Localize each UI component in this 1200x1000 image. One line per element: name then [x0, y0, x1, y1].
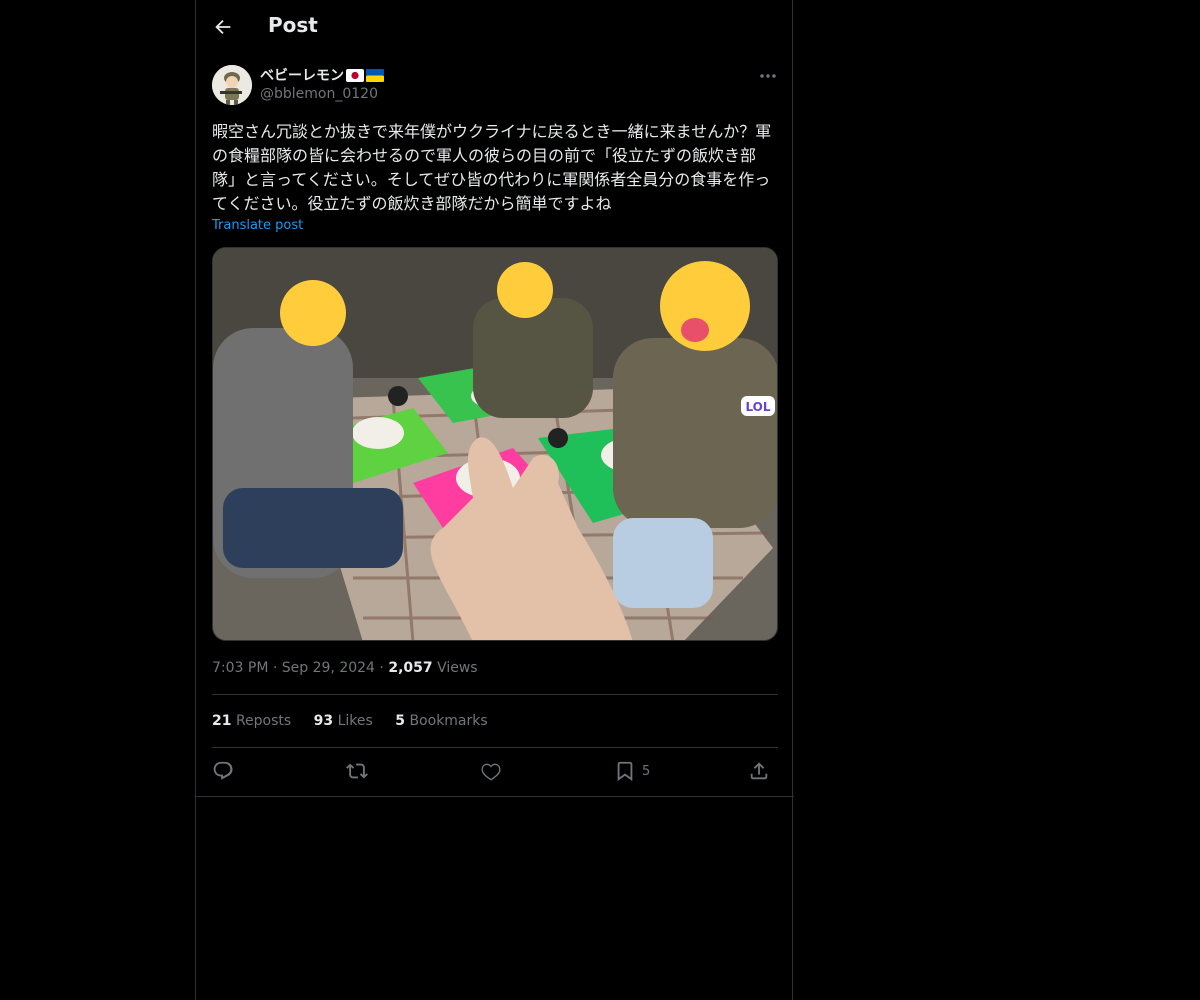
author-handle[interactable]: @bblemon_0120: [260, 86, 378, 102]
ukraine-flag-icon: [366, 69, 384, 82]
post-date[interactable]: Sep 29, 2024: [282, 660, 375, 676]
bookmarks-count: 5: [395, 713, 405, 729]
avatar[interactable]: [212, 65, 252, 105]
japan-flag-icon: [346, 69, 364, 82]
like-button[interactable]: [480, 760, 502, 784]
arrow-left-icon[interactable]: [212, 16, 234, 38]
bookmarks-label: Bookmarks: [409, 713, 488, 729]
action-bar: 5: [212, 760, 778, 786]
views-count: 2,057: [388, 660, 433, 676]
repost-icon: [346, 763, 368, 779]
lol-sticker-text: LOL: [745, 400, 770, 414]
heart-icon: [481, 763, 501, 781]
post-column: Post ベビーレモン @bblemon_0120 暇空さん冗談とか抜きで来年僕…: [195, 0, 794, 1000]
more-options-icon[interactable]: [758, 66, 778, 86]
tweet-text: 暇空さん冗談とか抜きで来年僕がウクライナに戻るとき一緒に来ませんか？軍の食糧部隊…: [212, 122, 772, 213]
post-time[interactable]: 7:03 PM: [212, 660, 268, 676]
views-label: Views: [437, 660, 478, 676]
translate-post-link[interactable]: Translate post: [212, 218, 303, 233]
post-meta: 7:03 PM · Sep 29, 2024 · 2,057 Views: [212, 660, 478, 676]
divider: [212, 747, 778, 748]
engagement-stats: 21 Reposts 93 Likes 5 Bookmarks: [212, 713, 506, 729]
reply-button[interactable]: [212, 760, 234, 784]
bookmark-count: 5: [642, 764, 651, 779]
soldier-avatar-icon: [212, 65, 252, 105]
repost-button[interactable]: [346, 760, 368, 784]
author-name[interactable]: ベビーレモン: [260, 65, 384, 85]
page-title: Post: [268, 13, 318, 37]
share-button[interactable]: [748, 760, 770, 784]
divider: [196, 796, 794, 797]
reposts-stat[interactable]: 21 Reposts: [212, 713, 291, 729]
share-icon: [750, 762, 768, 780]
tweet-photo[interactable]: LOL: [212, 247, 778, 641]
bookmark-button[interactable]: 5: [614, 760, 650, 784]
likes-label: Likes: [337, 713, 373, 729]
reposts-count: 21: [212, 713, 232, 729]
likes-count: 93: [313, 713, 334, 729]
bookmarks-stat[interactable]: 5 Bookmarks: [395, 713, 487, 729]
likes-stat[interactable]: 93 Likes: [314, 713, 373, 729]
top-bar: Post: [196, 0, 794, 53]
reposts-label: Reposts: [235, 713, 292, 729]
bookmark-icon: [617, 761, 633, 781]
author-display-name: ベビーレモン: [260, 68, 344, 84]
cafeteria-photo: LOL: [213, 248, 777, 640]
reply-icon: [213, 761, 233, 780]
divider: [212, 694, 778, 695]
